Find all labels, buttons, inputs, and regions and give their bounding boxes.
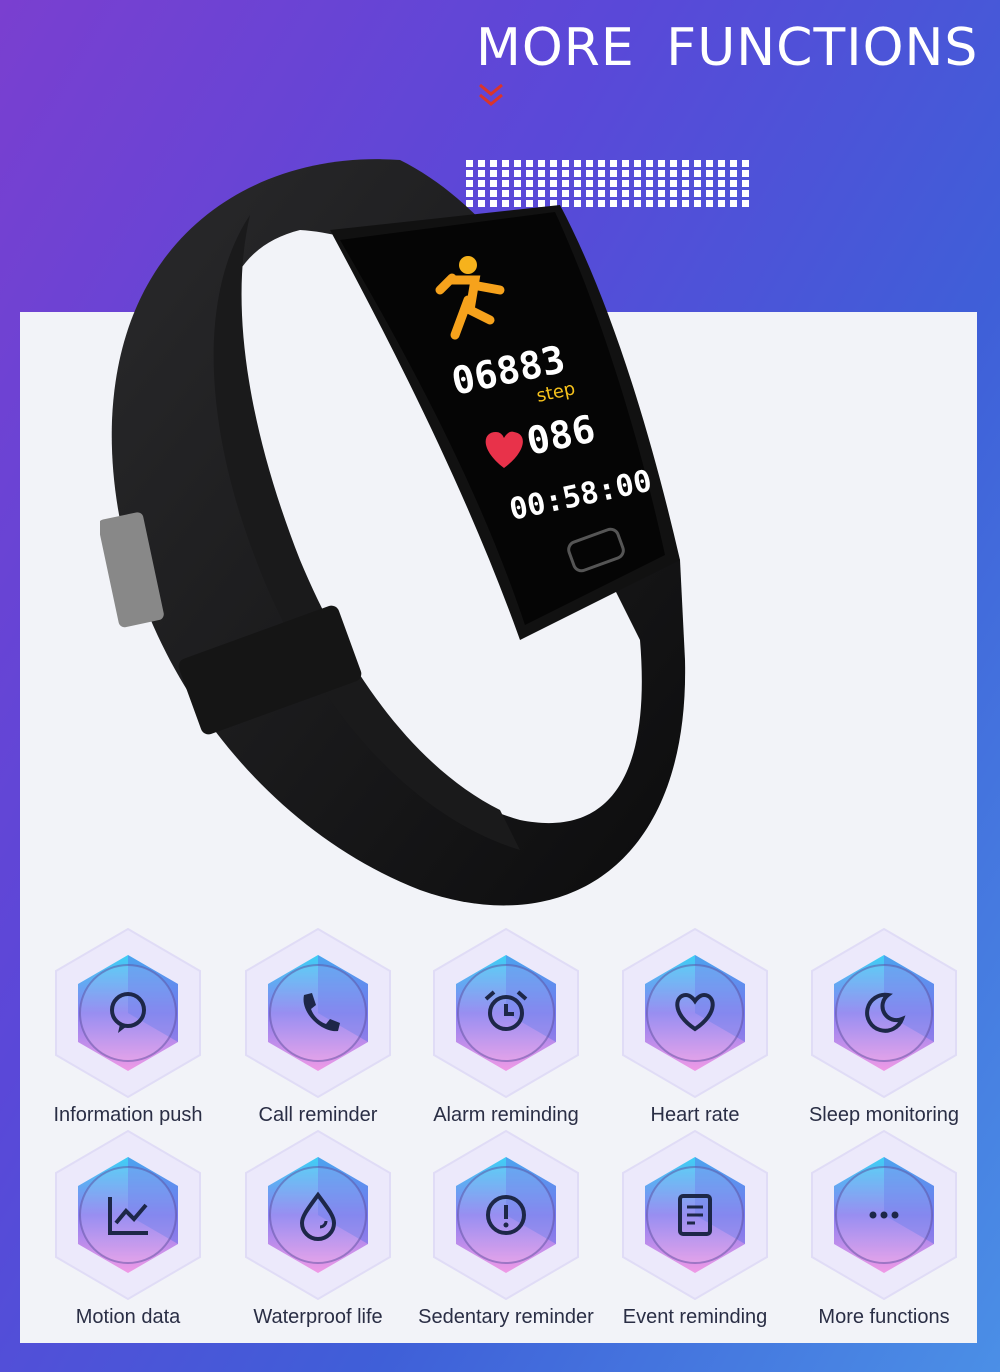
- hexagon-badge: [55, 928, 201, 1098]
- dot: [730, 170, 737, 177]
- feature-label: Waterproof life: [253, 1306, 383, 1328]
- feature-alarm-reminding: Alarm reminding: [411, 928, 601, 1127]
- page-title: MORE FUNCTIONS: [476, 18, 979, 78]
- feature-more-functions: More functions: [789, 1130, 979, 1329]
- hexagon-badge: [433, 1130, 579, 1300]
- feature-label: Motion data: [75, 1306, 181, 1328]
- feature-information-push: Information push: [33, 928, 223, 1127]
- feature-label: Information push: [53, 1104, 203, 1126]
- hexagon-badge: [811, 1130, 957, 1300]
- feature-label: Sedentary reminder: [418, 1306, 594, 1328]
- hexagon-badge: [245, 1130, 391, 1300]
- feature-heart-rate: Heart rate: [600, 928, 790, 1127]
- hexagon-badge: [55, 1130, 201, 1300]
- dot: [730, 190, 737, 197]
- feature-sleep-monitoring: Sleep monitoring: [789, 928, 979, 1127]
- more-dots-icon: [869, 1211, 899, 1219]
- dot: [742, 160, 749, 167]
- dot: [742, 170, 749, 177]
- dot: [742, 180, 749, 187]
- feature-sedentary-reminder: Sedentary reminder: [411, 1130, 601, 1329]
- dot: [742, 190, 749, 197]
- dot: [706, 200, 713, 207]
- hexagon-badge: [433, 928, 579, 1098]
- feature-event-reminding: Event reminding: [600, 1130, 790, 1329]
- dot: [718, 170, 725, 177]
- dot: [706, 180, 713, 187]
- dot: [718, 180, 725, 187]
- dot: [718, 200, 725, 207]
- feature-motion-data: Motion data: [33, 1130, 223, 1329]
- dot: [706, 160, 713, 167]
- feature-label: Alarm reminding: [433, 1104, 579, 1126]
- hexagon-badge: [622, 928, 768, 1098]
- dot: [730, 200, 737, 207]
- feature-call-reminder: Call reminder: [223, 928, 413, 1127]
- hexagon-badge: [811, 928, 957, 1098]
- feature-waterproof-life: Waterproof life: [223, 1130, 413, 1329]
- hexagon-badge: [622, 1130, 768, 1300]
- dot: [706, 190, 713, 197]
- feature-label: Sleep monitoring: [808, 1104, 960, 1126]
- dot: [718, 160, 725, 167]
- smart-band-image: 06883 step 086 00:58:00: [100, 159, 686, 906]
- feature-label: Call reminder: [258, 1104, 378, 1126]
- dot: [730, 160, 737, 167]
- feature-label: More functions: [818, 1306, 950, 1328]
- dot: [706, 170, 713, 177]
- feature-label: Event reminding: [622, 1306, 768, 1328]
- hexagon-badge: [245, 928, 391, 1098]
- dot: [718, 190, 725, 197]
- feature-label: Heart rate: [650, 1104, 740, 1126]
- dot: [742, 200, 749, 207]
- dot: [730, 180, 737, 187]
- chevron-down-icon: [479, 83, 503, 106]
